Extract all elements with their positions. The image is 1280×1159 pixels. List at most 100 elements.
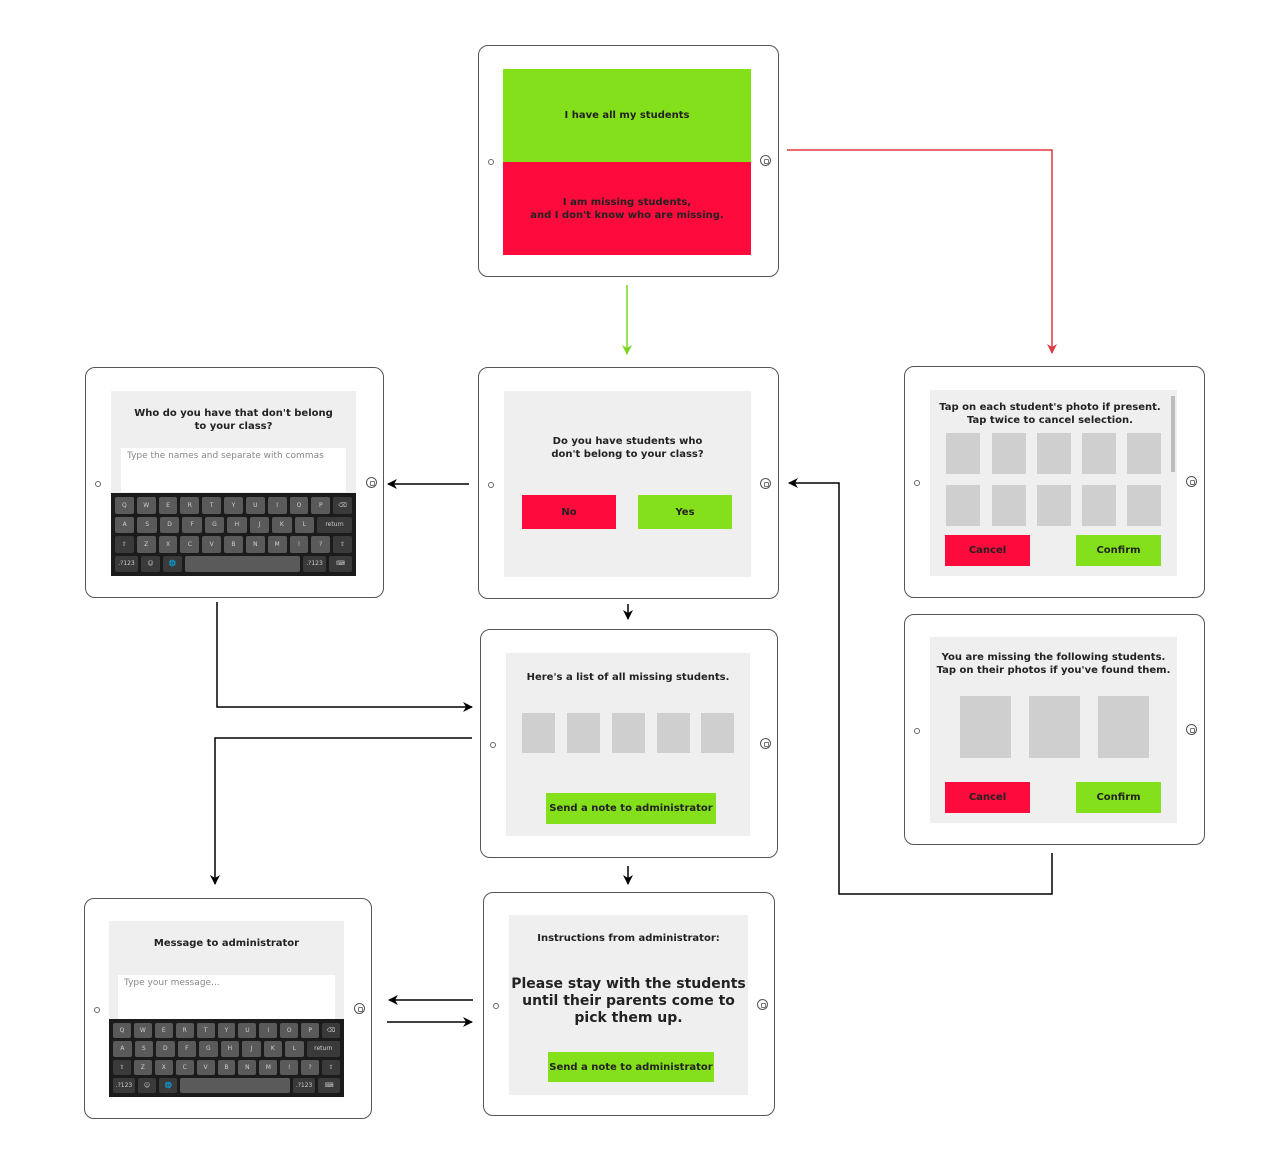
keyboard-key[interactable]: ☺ xyxy=(140,555,161,572)
keyboard-key[interactable]: B xyxy=(224,536,243,553)
student-photo[interactable] xyxy=(1037,485,1071,526)
keyboard-key[interactable]: E xyxy=(154,1023,173,1039)
keyboard-key[interactable]: S xyxy=(134,1041,154,1057)
keyboard-key[interactable]: ⇧ xyxy=(333,536,352,553)
keyboard-key[interactable]: P xyxy=(301,1023,320,1039)
student-photo[interactable] xyxy=(992,433,1026,474)
keyboard-key[interactable]: M xyxy=(259,1059,278,1075)
keyboard-key[interactable]: U xyxy=(238,1023,257,1039)
keyboard-key[interactable]: 🌐 xyxy=(163,555,183,572)
home-button-icon[interactable] xyxy=(1186,476,1197,487)
keyboard-key[interactable]: E xyxy=(158,497,178,514)
keyboard-key[interactable]: ⌨ xyxy=(329,555,352,572)
keyboard-key[interactable]: V xyxy=(196,1059,215,1075)
keyboard-key[interactable]: .?123 xyxy=(115,555,138,572)
keyboard-key[interactable]: W xyxy=(136,497,156,514)
keyboard-key[interactable]: L xyxy=(285,1041,304,1057)
keyboard-key[interactable]: N xyxy=(245,536,265,553)
student-photo[interactable] xyxy=(960,696,1011,758)
keyboard-key[interactable]: .?123 xyxy=(303,555,327,572)
student-photo[interactable] xyxy=(612,713,645,753)
keyboard-key[interactable] xyxy=(180,1077,291,1093)
student-photo[interactable] xyxy=(657,713,690,753)
keyboard-key[interactable]: K xyxy=(272,516,292,533)
student-photo[interactable] xyxy=(1127,433,1161,474)
student-photo[interactable] xyxy=(1029,696,1080,758)
keyboard-key[interactable]: Z xyxy=(136,536,156,553)
keyboard-key[interactable]: X xyxy=(154,1059,173,1075)
home-button-icon[interactable] xyxy=(757,999,768,1010)
home-button-icon[interactable] xyxy=(354,1003,365,1014)
keyboard-key[interactable]: Z xyxy=(133,1059,152,1075)
keyboard-key[interactable]: A xyxy=(113,1041,132,1057)
keyboard-key[interactable]: H xyxy=(220,1041,240,1057)
keyboard-key[interactable]: H xyxy=(227,516,247,533)
home-button-icon[interactable] xyxy=(760,155,771,166)
send-note-button[interactable]: Send a note to administrator xyxy=(546,793,716,824)
home-button-icon[interactable] xyxy=(760,738,771,749)
keyboard-key[interactable]: C xyxy=(175,1059,194,1075)
keyboard-key[interactable]: ? xyxy=(301,1059,320,1075)
keyboard-key[interactable]: Y xyxy=(217,1023,236,1039)
no-button[interactable]: No xyxy=(522,495,616,529)
keyboard-key[interactable]: 🌐 xyxy=(159,1077,178,1093)
confirm-button[interactable]: Confirm xyxy=(1076,535,1161,566)
cancel-button[interactable]: Cancel xyxy=(945,782,1030,813)
student-photo[interactable] xyxy=(1127,485,1161,526)
confirm-button[interactable]: Confirm xyxy=(1076,782,1161,813)
keyboard-key[interactable]: G xyxy=(204,516,225,533)
keyboard-key[interactable] xyxy=(185,555,301,572)
keyboard-key[interactable]: R xyxy=(180,497,200,514)
keyboard-key[interactable]: T xyxy=(202,497,222,514)
keyboard-key[interactable]: X xyxy=(158,536,178,553)
student-photo[interactable] xyxy=(1082,485,1116,526)
keyboard-key[interactable]: ! xyxy=(280,1059,299,1075)
home-button-icon[interactable] xyxy=(760,478,771,489)
keyboard-key[interactable]: G xyxy=(199,1041,218,1057)
home-button-icon[interactable] xyxy=(366,477,377,488)
keyboard-key[interactable]: T xyxy=(196,1023,215,1039)
keyboard-key[interactable]: K xyxy=(263,1041,283,1057)
keyboard-key[interactable]: F xyxy=(182,516,202,533)
keyboard-key[interactable]: S xyxy=(137,516,157,533)
keyboard-key[interactable]: C xyxy=(180,536,200,553)
student-photo[interactable] xyxy=(946,485,980,526)
cancel-button[interactable]: Cancel xyxy=(945,535,1030,566)
keyboard-key[interactable]: ⇧ xyxy=(113,1059,131,1075)
student-photo[interactable] xyxy=(522,713,555,753)
keyboard-key[interactable]: ! xyxy=(289,536,309,553)
keyboard-key[interactable]: R xyxy=(175,1023,194,1039)
keyboard-key[interactable]: O xyxy=(280,1023,299,1039)
keyboard-key[interactable]: M xyxy=(267,536,287,553)
keyboard-key[interactable]: return xyxy=(306,1041,340,1057)
keyboard-key[interactable]: J xyxy=(249,516,270,533)
send-note-button[interactable]: Send a note to administrator xyxy=(548,1052,714,1082)
keyboard-key[interactable]: V xyxy=(202,536,222,553)
keyboard-key[interactable]: W xyxy=(133,1023,152,1039)
keyboard-key[interactable]: A xyxy=(115,516,135,533)
student-photo[interactable] xyxy=(701,713,734,753)
keyboard-key[interactable]: ⌫ xyxy=(333,497,352,514)
keyboard-key[interactable]: D xyxy=(156,1041,175,1057)
student-photo[interactable] xyxy=(567,713,600,753)
keyboard-key[interactable]: F xyxy=(177,1041,197,1057)
keyboard-key[interactable]: ⇧ xyxy=(115,536,134,553)
keyboard-key[interactable]: .?123 xyxy=(293,1077,316,1093)
keyboard-key[interactable]: Y xyxy=(224,497,243,514)
keyboard-key[interactable]: D xyxy=(159,516,180,533)
scrollbar[interactable] xyxy=(1171,396,1175,472)
keyboard-key[interactable]: ☺ xyxy=(137,1077,157,1093)
keyboard-key[interactable]: ⇧ xyxy=(322,1059,340,1075)
keyboard-key[interactable]: .?123 xyxy=(113,1077,135,1093)
all-students-option[interactable]: I have all my students xyxy=(503,69,751,162)
keyboard-key[interactable]: Q xyxy=(113,1023,131,1039)
keyboard-key[interactable]: Q xyxy=(115,497,134,514)
keyboard-key[interactable]: I xyxy=(259,1023,278,1039)
student-photo[interactable] xyxy=(1098,696,1149,758)
keyboard-key[interactable]: L xyxy=(294,516,314,533)
home-button-icon[interactable] xyxy=(1186,724,1197,735)
keyboard-key[interactable]: ⌫ xyxy=(322,1023,340,1039)
missing-students-option[interactable]: I am missing students, and I don't know … xyxy=(503,162,751,255)
names-input[interactable]: Type the names and separate with commas xyxy=(121,448,346,492)
keyboard-key[interactable]: B xyxy=(217,1059,236,1075)
